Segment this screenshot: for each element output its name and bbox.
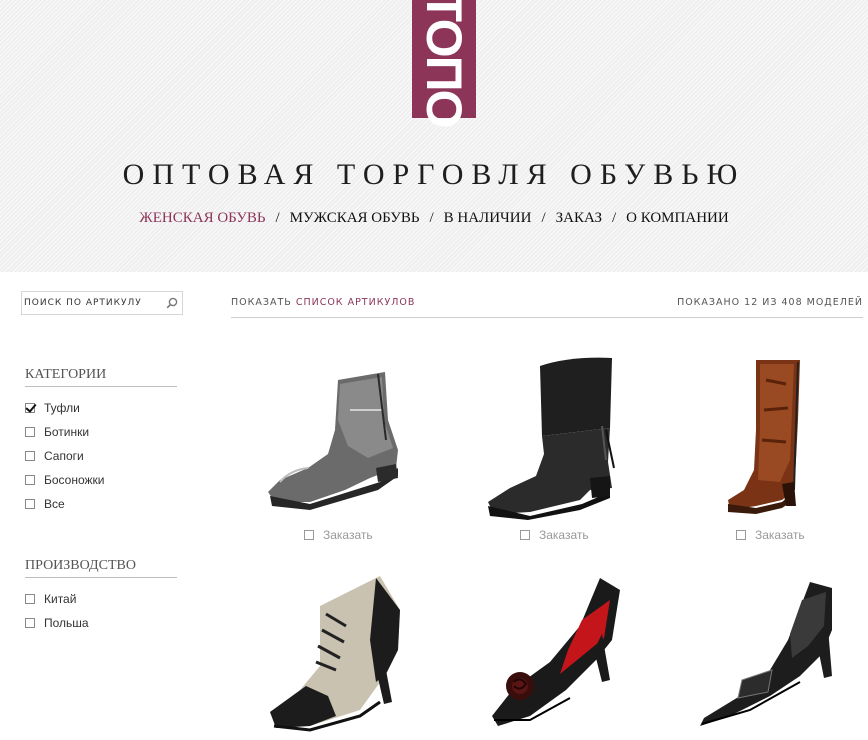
product-image-black-suede-boot[interactable] — [470, 350, 650, 520]
production-item-china[interactable]: Китай — [25, 587, 89, 611]
checkbox[interactable] — [25, 451, 35, 461]
nav-separator: / — [611, 210, 617, 226]
article-list-link[interactable]: СПИСОК АРТИКУЛОВ — [296, 297, 416, 308]
checkbox[interactable] — [25, 427, 35, 437]
category-label: Туфли — [44, 401, 80, 415]
category-label: Все — [44, 497, 65, 511]
checkbox[interactable] — [25, 475, 35, 485]
order-label: Заказать — [539, 528, 589, 542]
nav-separator: / — [429, 210, 434, 226]
checkbox[interactable] — [304, 530, 314, 540]
production-item-poland[interactable]: Польша — [25, 611, 89, 635]
category-label: Ботинки — [44, 425, 90, 439]
product-card[interactable] — [470, 350, 650, 520]
category-item-all[interactable]: Все — [25, 492, 105, 516]
checkbox[interactable] — [25, 594, 35, 604]
checkbox[interactable] — [25, 403, 35, 413]
nav-in-stock[interactable]: В НАЛИЧИИ — [444, 210, 532, 226]
category-item-sandals[interactable]: Босоножки — [25, 468, 105, 492]
product-card[interactable] — [690, 570, 868, 740]
production-heading: ПРОИЗВОДСТВО — [25, 558, 177, 578]
order-checkbox-row[interactable]: Заказать — [304, 528, 373, 542]
show-prefix: ПОКАЗАТЬ — [231, 297, 292, 308]
order-checkbox-row[interactable]: Заказать — [520, 528, 589, 542]
main-nav: ЖЕНСКАЯ ОБУВЬ / МУЖСКАЯ ОБУВЬ / В НАЛИЧИИ / ЗА… — [0, 210, 868, 227]
category-item-tall-boots[interactable]: Сапоги — [25, 444, 105, 468]
category-item-boots[interactable]: Ботинки — [25, 420, 105, 444]
product-image-pump-with-rose[interactable] — [470, 570, 650, 740]
product-card[interactable] — [250, 350, 430, 520]
search-box — [21, 291, 183, 315]
order-label: Заказать — [755, 528, 805, 542]
category-item-shoes[interactable]: Туфли — [25, 396, 105, 420]
nav-order[interactable]: ЗАКАЗ — [556, 210, 602, 226]
checkbox[interactable] — [25, 499, 35, 509]
search-input[interactable] — [22, 292, 159, 314]
checkbox[interactable] — [736, 530, 746, 540]
product-image-grey-ankle-boot[interactable] — [250, 350, 430, 520]
checkbox[interactable] — [520, 530, 530, 540]
product-image-brown-tall-boot[interactable] — [690, 350, 868, 520]
nav-separator: / — [541, 210, 546, 226]
product-card[interactable] — [470, 570, 650, 740]
checkbox[interactable] — [25, 618, 35, 628]
nav-about[interactable]: О КОМПАНИИ — [626, 210, 729, 226]
site-title: ОПТОВАЯ ТОРГОВЛЯ ОБУВЬЮ — [122, 158, 746, 191]
show-mode: ПОКАЗАТЬ СПИСОК АРТИКУЛОВ — [231, 297, 415, 308]
header: ТОПО ОПТОВАЯ ТОРГОВЛЯ ОБУВЬЮ ЖЕНСКАЯ ОБУ… — [0, 0, 868, 272]
logo[interactable]: ТОПО — [412, 0, 476, 127]
category-label: Босоножки — [44, 473, 105, 487]
product-image-lace-up-pump[interactable] — [250, 570, 430, 740]
category-label: Сапоги — [44, 449, 84, 463]
product-card[interactable] — [250, 570, 430, 740]
categories-heading: КАТЕГОРИИ — [25, 367, 177, 387]
product-image-pointed-pump[interactable] — [690, 570, 868, 740]
nav-womens-shoes[interactable]: ЖЕНСКАЯ ОБУВЬ — [139, 210, 265, 226]
search-icon[interactable] — [166, 297, 178, 309]
production-label: Китай — [44, 592, 77, 606]
results-count: ПОКАЗАНО 12 ИЗ 408 МОДЕЛЕЙ — [677, 297, 863, 308]
nav-mens-shoes[interactable]: МУЖСКАЯ ОБУВЬ — [290, 210, 420, 226]
nav-separator: / — [275, 210, 280, 226]
order-label: Заказать — [323, 528, 373, 542]
production-list: Китай Польша — [25, 587, 89, 635]
categories-list: Туфли Ботинки Сапоги Босоножки Все — [25, 396, 105, 516]
production-label: Польша — [44, 616, 89, 630]
logo-text: ТОПО — [416, 0, 472, 127]
results-toolbar: ПОКАЗАТЬ СПИСОК АРТИКУЛОВ ПОКАЗАНО 12 ИЗ… — [231, 297, 863, 318]
product-card[interactable] — [690, 350, 868, 520]
order-checkbox-row[interactable]: Заказать — [736, 528, 805, 542]
